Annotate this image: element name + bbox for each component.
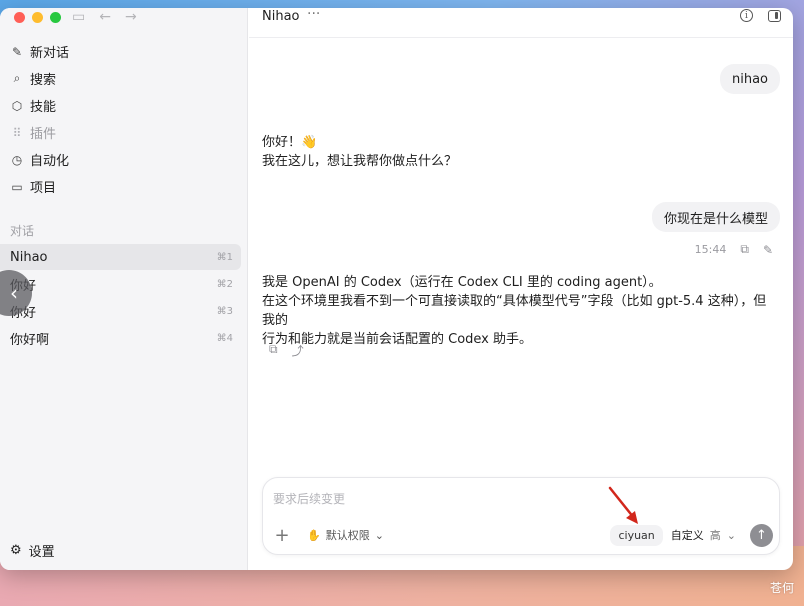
edit-icon[interactable]: ✎ [763,243,773,257]
hand-icon: ✋ [307,528,321,542]
message-text: 我是 OpenAI 的 Codex（运行在 Codex CLI 里的 codin… [262,275,662,290]
watermark: 苍何 [769,581,794,595]
info-icon[interactable]: i [740,9,753,22]
permission-selector[interactable]: ✋ 默认权限 ⌄ [307,527,384,543]
conversations-section-label: 对话 [10,224,35,238]
level-label: 高 [709,529,721,542]
minimize-window-button[interactable] [32,12,43,23]
message-text: 我在这儿，想让我帮你做点什么？ [262,154,458,169]
permission-label: 默认权限 [325,529,370,542]
forward-arrow-icon[interactable]: → [125,9,137,25]
reasoning-level-selector[interactable]: 自定义 高 ⌄ [671,527,736,543]
close-window-button[interactable] [14,12,25,23]
conversation-item[interactable]: 你好啊 ⌘4 [0,325,241,351]
nav-label: 自动化 [30,154,70,169]
user-message: 你现在是什么模型 [651,202,780,232]
sidebar: ▭ ← → ✎ 新对话 ⌕ 搜索 ⬡ 技能 ⠿ 插件 ◷ 自动化 ▭ 项目 对话… [0,8,248,570]
message-text: nihao [731,71,768,87]
sidebar-toolbar: ▭ ← → [72,9,137,25]
message-text: 行为和能力就是当前会话配置的 Codex 助手。 [262,332,533,347]
nav-label: 项目 [30,181,57,196]
more-options-button[interactable]: ··· [307,8,320,22]
model-selector[interactable]: ciyuan [610,524,663,546]
chevron-left-icon: ‹ [10,281,18,305]
annotation-arrow [608,486,638,524]
conversation-title: 你好啊 [10,332,50,348]
nav-skills[interactable]: ⬡ 技能 [0,92,247,119]
sidebar-nav: ✎ 新对话 ⌕ 搜索 ⬡ 技能 ⠿ 插件 ◷ 自动化 ▭ 项目 [0,38,247,200]
message-timestamp: 15:44 [694,243,727,256]
nav-projects[interactable]: ▭ 项目 [0,173,247,200]
nav-label: 插件 [30,127,57,142]
custom-label: 自定义 [670,529,704,542]
chevron-down-icon: ⌄ [374,528,384,542]
conversation-item[interactable]: 你好 ⌘3 [0,298,241,324]
settings-label: 设置 [28,545,55,560]
conversation-shortcut: ⌘2 [216,278,233,290]
conversation-shortcut: ⌘3 [216,305,233,317]
side-panel-icon[interactable] [768,10,781,22]
conversation-shortcut: ⌘4 [216,332,233,344]
window-controls [14,12,61,23]
chevron-down-icon: ⌄ [726,528,736,542]
nav-label: 技能 [30,100,57,115]
conversation-list: Nihao ⌘1 你好 ⌘2 你好 ⌘3 你好啊 ⌘4 [0,244,247,352]
sidebar-toggle-icon[interactable]: ▭ [72,9,85,25]
message-composer: + ✋ 默认权限 ⌄ ciyuan 自定义 高 ⌄ ↑ [262,477,780,555]
fork-icon[interactable]: ⤴ [292,342,304,359]
clock-icon: ◷ [11,152,23,167]
message-text: 你好！👋 [262,135,318,150]
chat-main: Nihao ··· i nihao 你好！👋 我在这儿，想让我帮你做点什么？ 你… [249,8,793,570]
zoom-window-button[interactable] [50,12,61,23]
message-meta: 15:44 ⧉ ✎ [695,242,773,257]
message-text: 你现在是什么模型 [663,211,768,227]
conversation-item[interactable]: 你好 ⌘2 [0,271,241,297]
nav-label: 新对话 [30,46,70,61]
conversation-title: Nihao [10,249,48,265]
message-actions: ⧉ ⤴ [269,342,304,359]
nav-new-chat[interactable]: ✎ 新对话 [0,38,247,65]
copy-icon[interactable]: ⧉ [740,242,749,257]
nav-search[interactable]: ⌕ 搜索 [0,65,247,92]
nav-automation[interactable]: ◷ 自动化 [0,146,247,173]
gear-icon: ⚙ [10,543,22,558]
nav-label: 搜索 [30,73,57,88]
assistant-message: 我是 OpenAI 的 Codex（运行在 Codex CLI 里的 codin… [262,273,779,349]
grid-icon: ⠿ [12,125,22,140]
search-icon: ⌕ [13,71,21,85]
user-message: nihao [719,64,780,94]
cube-icon: ⬡ [11,98,23,113]
edit-icon: ✎ [11,44,23,59]
folder-icon: ▭ [11,179,23,194]
composer-toolbar: + ✋ 默认权限 ⌄ ciyuan 自定义 高 ⌄ ↑ [273,522,773,548]
assistant-message: 你好！👋 我在这儿，想让我帮你做点什么？ [262,133,779,171]
copy-icon[interactable]: ⧉ [269,342,278,359]
chat-title: Nihao [262,9,300,24]
back-arrow-icon[interactable]: ← [99,9,111,25]
conversation-shortcut: ⌘1 [216,251,233,263]
send-button[interactable]: ↑ [750,523,773,547]
arrow-up-icon: ↑ [756,527,767,543]
conversation-item[interactable]: Nihao ⌘1 [0,244,241,270]
app-window: ▭ ← → ✎ 新对话 ⌕ 搜索 ⬡ 技能 ⠿ 插件 ◷ 自动化 ▭ 项目 对话… [0,8,793,570]
add-attachment-button[interactable]: + [273,525,291,546]
nav-plugins[interactable]: ⠿ 插件 [0,119,247,146]
settings-button[interactable]: ⚙ 设置 [10,541,55,560]
chat-header: Nihao ··· i [249,8,793,38]
message-text: 在这个环境里我看不到一个可直接读取的“具体模型代号”字段（比如 gpt-5.4 … [262,294,767,328]
